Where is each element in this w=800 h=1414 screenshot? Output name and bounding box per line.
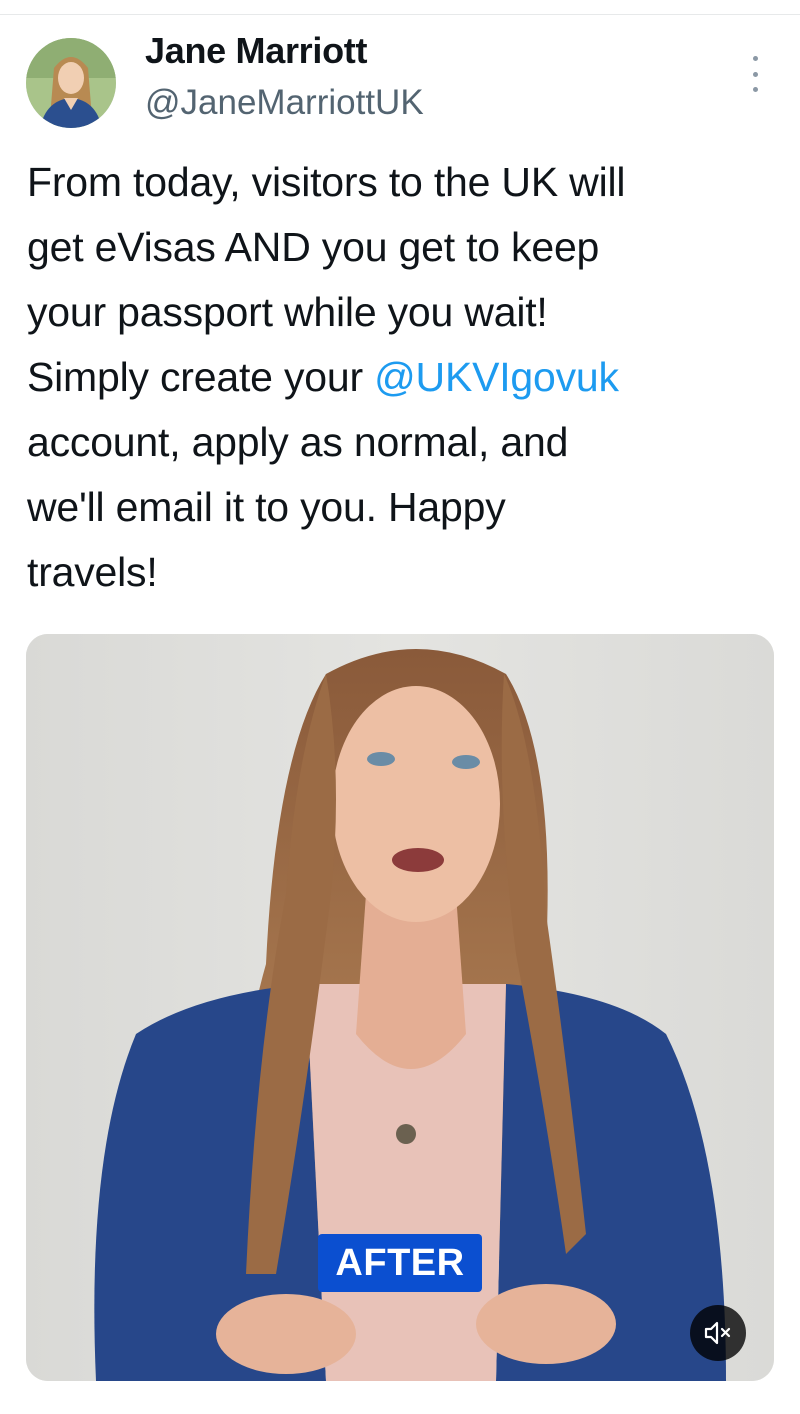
tweet-line: we'll email it to you. Happy (27, 484, 506, 530)
tweet-line: Simply create your @UKVIgovuk (27, 345, 777, 410)
more-options-icon[interactable] (738, 56, 772, 92)
mention-link[interactable]: @UKVIgovuk (374, 354, 619, 400)
video-caption: AFTER (318, 1234, 482, 1292)
tweet-line: account, apply as normal, and (27, 419, 569, 465)
author-handle[interactable]: @JaneMarriottUK (145, 83, 424, 123)
avatar[interactable] (26, 38, 116, 128)
tweet-line-text: Simply create your (27, 354, 375, 400)
avatar-image (26, 38, 116, 128)
tweet-line: travels! (27, 549, 158, 595)
top-divider (0, 14, 800, 15)
volume-muted-icon[interactable] (690, 1305, 746, 1361)
tweet-line: your passport while you wait! (27, 289, 548, 335)
video-player[interactable]: AFTER (26, 634, 774, 1381)
tweet-text: From today, visitors to the UK will get … (27, 150, 777, 605)
tweet-line: From today, visitors to the UK will (27, 159, 626, 205)
tweet-line: get eVisas AND you get to keep (27, 224, 600, 270)
author-name[interactable]: Jane Marriott (145, 30, 367, 72)
